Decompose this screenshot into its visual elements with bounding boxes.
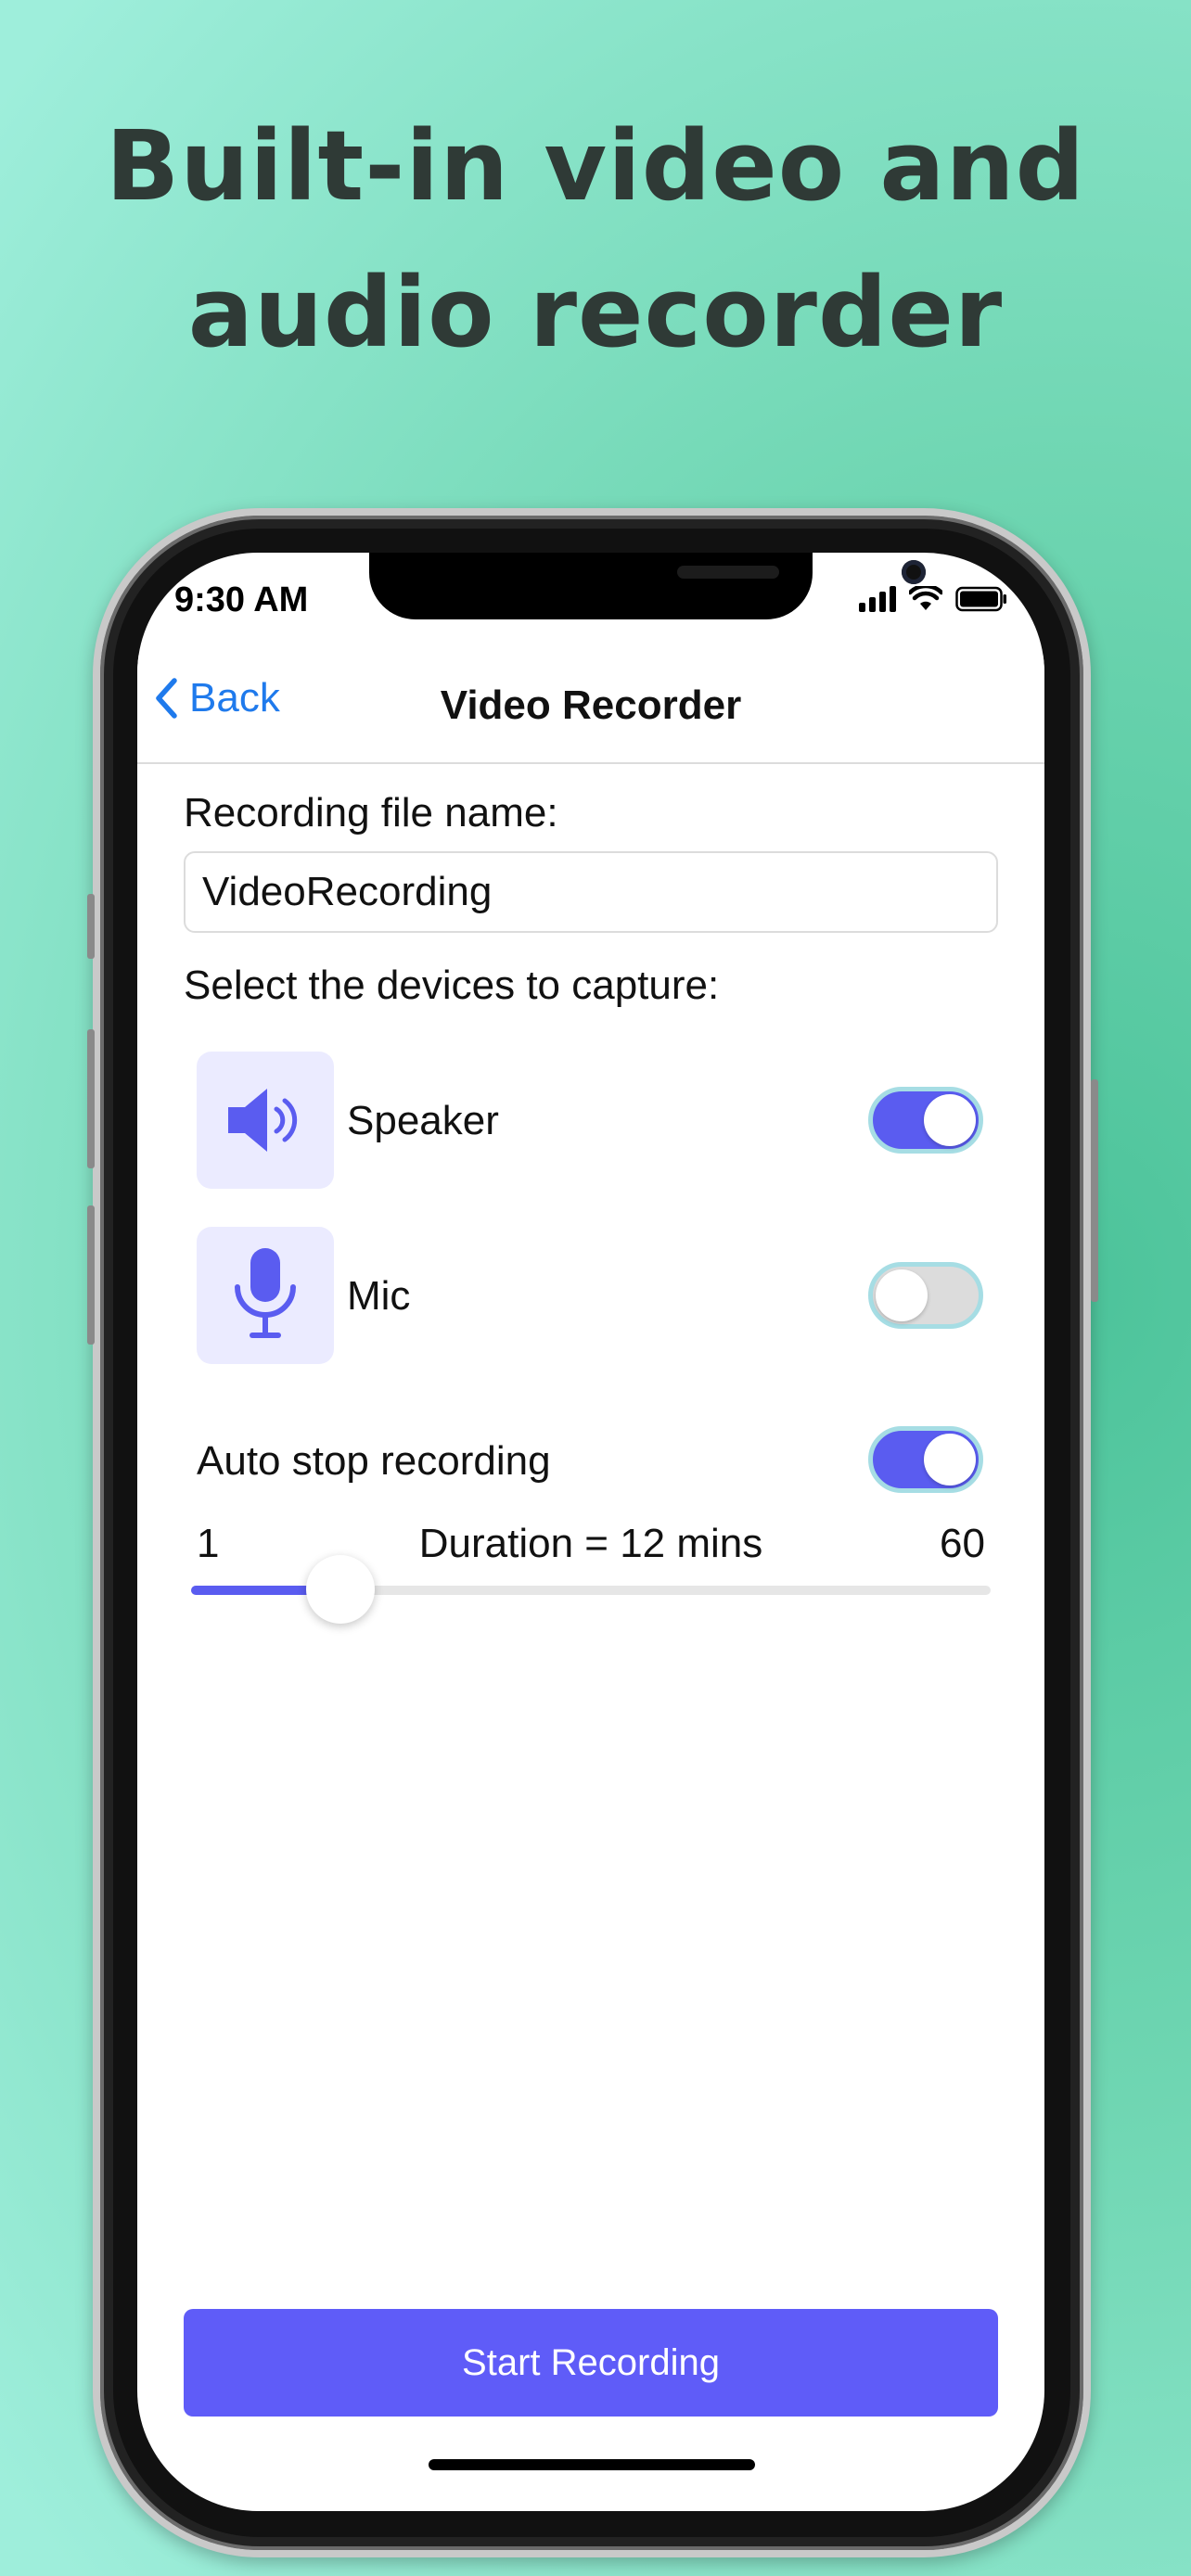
phone-side-button <box>87 894 95 959</box>
mic-toggle[interactable] <box>868 1262 983 1329</box>
status-time: 9:30 AM <box>174 580 309 619</box>
phone-screen: 9:30 AM Back Video Recorder Recording fi… <box>137 553 1044 2511</box>
battery-icon <box>955 586 1006 612</box>
speaker-label: Speaker <box>347 1098 499 1143</box>
headline-line-1: Built-in video and <box>105 109 1086 223</box>
duration-caption: Duration = 12 mins <box>418 1521 763 1566</box>
phone-volume-up-button <box>87 1029 95 1168</box>
status-icons <box>859 586 1007 612</box>
auto-stop-label: Auto stop recording <box>197 1438 551 1484</box>
duration-slider[interactable] <box>191 1555 991 1624</box>
toggle-knob <box>876 1269 928 1321</box>
mic-label: Mic <box>347 1273 411 1319</box>
start-recording-button[interactable]: Start Recording <box>184 2309 998 2417</box>
earpiece-speaker <box>677 566 779 579</box>
headline: Built-in video and audio recorder <box>0 93 1191 386</box>
auto-stop-toggle[interactable] <box>868 1426 983 1493</box>
speaker-toggle[interactable] <box>868 1087 983 1154</box>
page-title: Video Recorder <box>440 682 742 728</box>
file-name-label: Recording file name: <box>184 790 558 835</box>
mic-tile <box>197 1227 334 1364</box>
front-camera <box>902 560 926 584</box>
phone-power-button <box>1091 1079 1098 1302</box>
toggle-knob <box>924 1434 976 1486</box>
devices-label: Select the devices to capture: <box>184 963 720 1008</box>
headline-line-2: audio recorder <box>187 256 1004 369</box>
slider-max-label: 60 <box>940 1521 985 1566</box>
file-name-input[interactable]: VideoRecording <box>184 851 998 933</box>
navigation-bar: Back Video Recorder <box>137 655 1044 764</box>
wifi-icon <box>909 586 942 610</box>
microphone-icon <box>235 1248 296 1338</box>
phone-volume-down-button <box>87 1205 95 1345</box>
speaker-icon <box>228 1089 298 1152</box>
toggle-knob <box>924 1094 976 1146</box>
notch <box>369 553 926 619</box>
cellular-signal-icon <box>859 586 896 612</box>
home-indicator <box>429 2459 755 2470</box>
speaker-tile <box>197 1052 334 1189</box>
